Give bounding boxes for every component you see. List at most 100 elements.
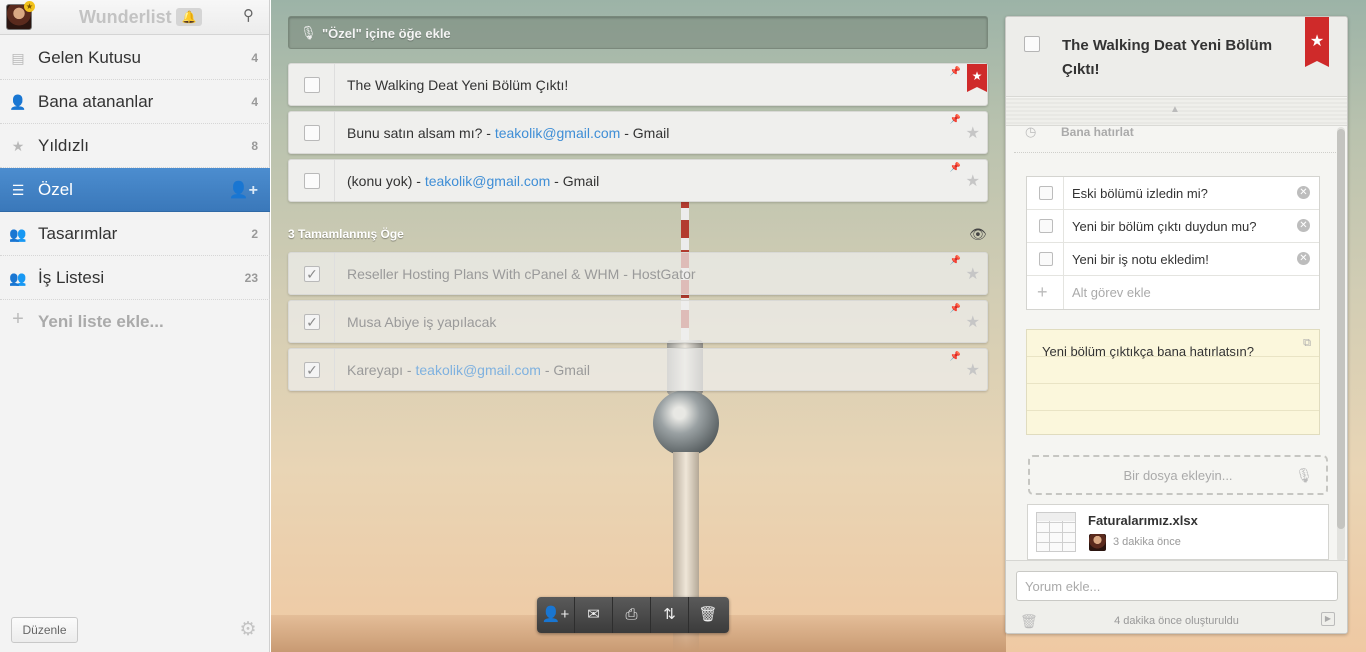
pin-icon: 📌 <box>949 255 961 265</box>
subtask-row[interactable]: Eski bölümü izledin mi? ✕ <box>1027 177 1319 210</box>
expand-panel-icon[interactable]: ▶ <box>1321 612 1335 626</box>
star-icon[interactable]: ★ <box>966 315 980 331</box>
print-icon[interactable]: ⎙ <box>613 597 651 633</box>
add-task-placeholder: "Özel" içine öğe ekle <box>322 26 451 41</box>
spreadsheet-icon <box>1036 512 1076 552</box>
star-icon[interactable]: ★ <box>966 363 980 379</box>
add-task-input[interactable]: 🎙 "Özel" içine öğe ekle <box>288 16 988 49</box>
task-row[interactable]: Bunu satın alsam mı? - teakolik@gmail.co… <box>288 111 988 154</box>
subtask-checkbox[interactable] <box>1039 186 1053 200</box>
subtask-text: Yeni bir iş notu ekledim! <box>1072 252 1209 267</box>
delete-subtask-icon[interactable]: ✕ <box>1297 219 1310 232</box>
sidebar-item-count: 4 <box>251 95 258 109</box>
subtask-row[interactable]: Yeni bir iş notu ekledim! ✕ <box>1027 243 1319 276</box>
task-row-completed[interactable]: ✓ Kareyapı - teakolik@gmail.com - Gmail … <box>288 348 988 391</box>
email-link[interactable]: teakolik@gmail.com <box>425 173 550 189</box>
attachment-time: 3 dakika önce <box>1113 536 1181 548</box>
collapse-handle[interactable]: ▲ <box>1006 98 1347 126</box>
pin-icon: 📌 <box>949 303 961 313</box>
plus-icon: + <box>1037 282 1048 302</box>
detail-checkbox[interactable] <box>1024 36 1040 52</box>
note-area[interactable]: Yeni bölüm çıktıkça bana hatırlatsın? ⧉ <box>1026 329 1320 435</box>
task-row-completed[interactable]: ✓ Musa Abiye iş yapılacak 📌 ★ <box>288 300 988 343</box>
task-checkbox[interactable] <box>304 125 320 141</box>
task-text: Bunu satın alsam mı? - teakolik@gmail.co… <box>347 125 670 141</box>
notification-bell-icon[interactable]: 🔔 <box>176 8 202 26</box>
pin-icon: 📌 <box>949 351 961 361</box>
task-text: Kareyapı - teakolik@gmail.com - Gmail <box>347 362 590 378</box>
app-title: Wunderlist <box>79 7 172 27</box>
star-icon: ★ <box>11 138 25 154</box>
delete-subtask-icon[interactable]: ✕ <box>1297 252 1310 265</box>
star-flag-icon[interactable]: ★ <box>967 64 987 92</box>
avatar <box>1089 534 1106 551</box>
gear-icon[interactable]: ⚙ <box>238 620 258 640</box>
task-checkbox-checked[interactable]: ✓ <box>304 362 320 378</box>
task-row[interactable]: (konu yok) - teakolik@gmail.com - Gmail … <box>288 159 988 202</box>
sidebar: ★ Wunderlist 🔔 ⚲ ▤ Gelen Kutusu 4 👤 Bana… <box>0 0 270 652</box>
sidebar-item-count: 8 <box>251 139 258 153</box>
email-link[interactable]: teakolik@gmail.com <box>495 125 620 141</box>
completed-heading[interactable]: 3 Tamamlanmış Öge <box>288 227 404 241</box>
sort-icon[interactable]: ⇅ <box>651 597 689 633</box>
task-row[interactable]: The Walking Deat Yeni Bölüm Çıktı! 📌 ★ <box>288 63 988 106</box>
subtask-row[interactable]: Yeni bir bölüm çıktı duydun mu? ✕ <box>1027 210 1319 243</box>
microphone-icon[interactable]: 🎙 <box>1295 467 1313 484</box>
sidebar-item-designs[interactable]: 👥 Tasarımlar 2 <box>0 212 270 256</box>
sidebar-item-label: Tasarımlar <box>38 224 118 243</box>
task-checkbox-checked[interactable]: ✓ <box>304 314 320 330</box>
detail-title[interactable]: The Walking Deat Yeni Bölüm Çıktı! <box>1062 34 1302 82</box>
sidebar-item-private[interactable]: ☰ Özel 👤+ <box>0 168 270 212</box>
task-checkbox-checked[interactable]: ✓ <box>304 266 320 282</box>
scrollbar-thumb[interactable] <box>1337 129 1345 529</box>
sidebar-item-assigned[interactable]: 👤 Bana atananlar 4 <box>0 80 270 124</box>
hide-completed-icon[interactable]: 👁 <box>969 226 989 242</box>
sidebar-header: ★ Wunderlist 🔔 ⚲ <box>0 0 269 35</box>
task-row-completed[interactable]: ✓ Reseller Hosting Plans With cPanel & W… <box>288 252 988 295</box>
share-user-icon[interactable]: 👤+ <box>537 597 575 633</box>
add-list-label: Yeni liste ekle... <box>38 312 164 331</box>
sidebar-item-work[interactable]: 👥 İş Listesi 23 <box>0 256 270 300</box>
subtask-text: Eski bölümü izledin mi? <box>1072 186 1208 201</box>
email-link[interactable]: teakolik@gmail.com <box>415 362 540 378</box>
share-list-icon[interactable]: 👤+ <box>229 180 258 200</box>
sidebar-item-count: 4 <box>251 51 258 65</box>
list-icon: ☰ <box>11 182 25 198</box>
star-flag-icon[interactable]: ★ <box>1305 17 1329 67</box>
attachment-name[interactable]: Faturalarımız.xlsx <box>1088 513 1198 528</box>
task-text: (konu yok) - teakolik@gmail.com - Gmail <box>347 173 600 189</box>
mail-icon[interactable]: ✉ <box>575 597 613 633</box>
star-icon[interactable]: ★ <box>966 267 980 283</box>
pin-icon: 📌 <box>949 66 961 76</box>
pin-icon: 📌 <box>949 162 961 172</box>
sidebar-item-label: Yıldızlı <box>38 136 90 155</box>
trash-icon[interactable]: 🗑 <box>689 597 727 633</box>
subtask-checkbox[interactable] <box>1039 252 1053 266</box>
star-icon[interactable]: ★ <box>966 174 980 190</box>
sidebar-item-starred[interactable]: ★ Yıldızlı 8 <box>0 124 270 168</box>
task-checkbox[interactable] <box>304 77 320 93</box>
file-drop-label: Bir dosya ekleyin... <box>1123 468 1233 483</box>
star-icon[interactable]: ★ <box>966 126 980 142</box>
add-subtask-input[interactable]: + Alt görev ekle <box>1027 276 1319 309</box>
external-link-icon[interactable]: ⧉ <box>1303 337 1311 350</box>
sidebar-item-inbox[interactable]: ▤ Gelen Kutusu 4 <box>0 36 270 80</box>
sidebar-item-count: 23 <box>244 271 258 285</box>
detail-header: The Walking Deat Yeni Bölüm Çıktı! ★ <box>1006 17 1347 97</box>
add-subtask-placeholder: Alt görev ekle <box>1072 285 1151 300</box>
microphone-icon[interactable]: 🎙 <box>300 25 317 41</box>
comment-input[interactable] <box>1016 571 1338 601</box>
edit-button[interactable]: Düzenle <box>11 617 78 643</box>
attachment-card[interactable]: Faturalarımız.xlsx 3 dakika önce <box>1027 504 1329 560</box>
reminder-label[interactable]: Bana hatırlat <box>1061 125 1134 139</box>
add-list-button[interactable]: + Yeni liste ekle... <box>0 300 270 344</box>
shared-list-icon: 👥 <box>9 226 27 242</box>
subtask-list: Eski bölümü izledin mi? ✕ Yeni bir bölüm… <box>1026 176 1320 310</box>
delete-subtask-icon[interactable]: ✕ <box>1297 186 1310 199</box>
search-icon[interactable]: ⚲ <box>243 8 259 24</box>
list-toolbar: 👤+ ✉ ⎙ ⇅ 🗑 <box>537 597 729 633</box>
subtask-checkbox[interactable] <box>1039 219 1053 233</box>
task-checkbox[interactable] <box>304 173 320 189</box>
file-drop-zone[interactable]: Bir dosya ekleyin... 🎙 <box>1028 455 1328 495</box>
tower-decoration <box>653 390 719 456</box>
